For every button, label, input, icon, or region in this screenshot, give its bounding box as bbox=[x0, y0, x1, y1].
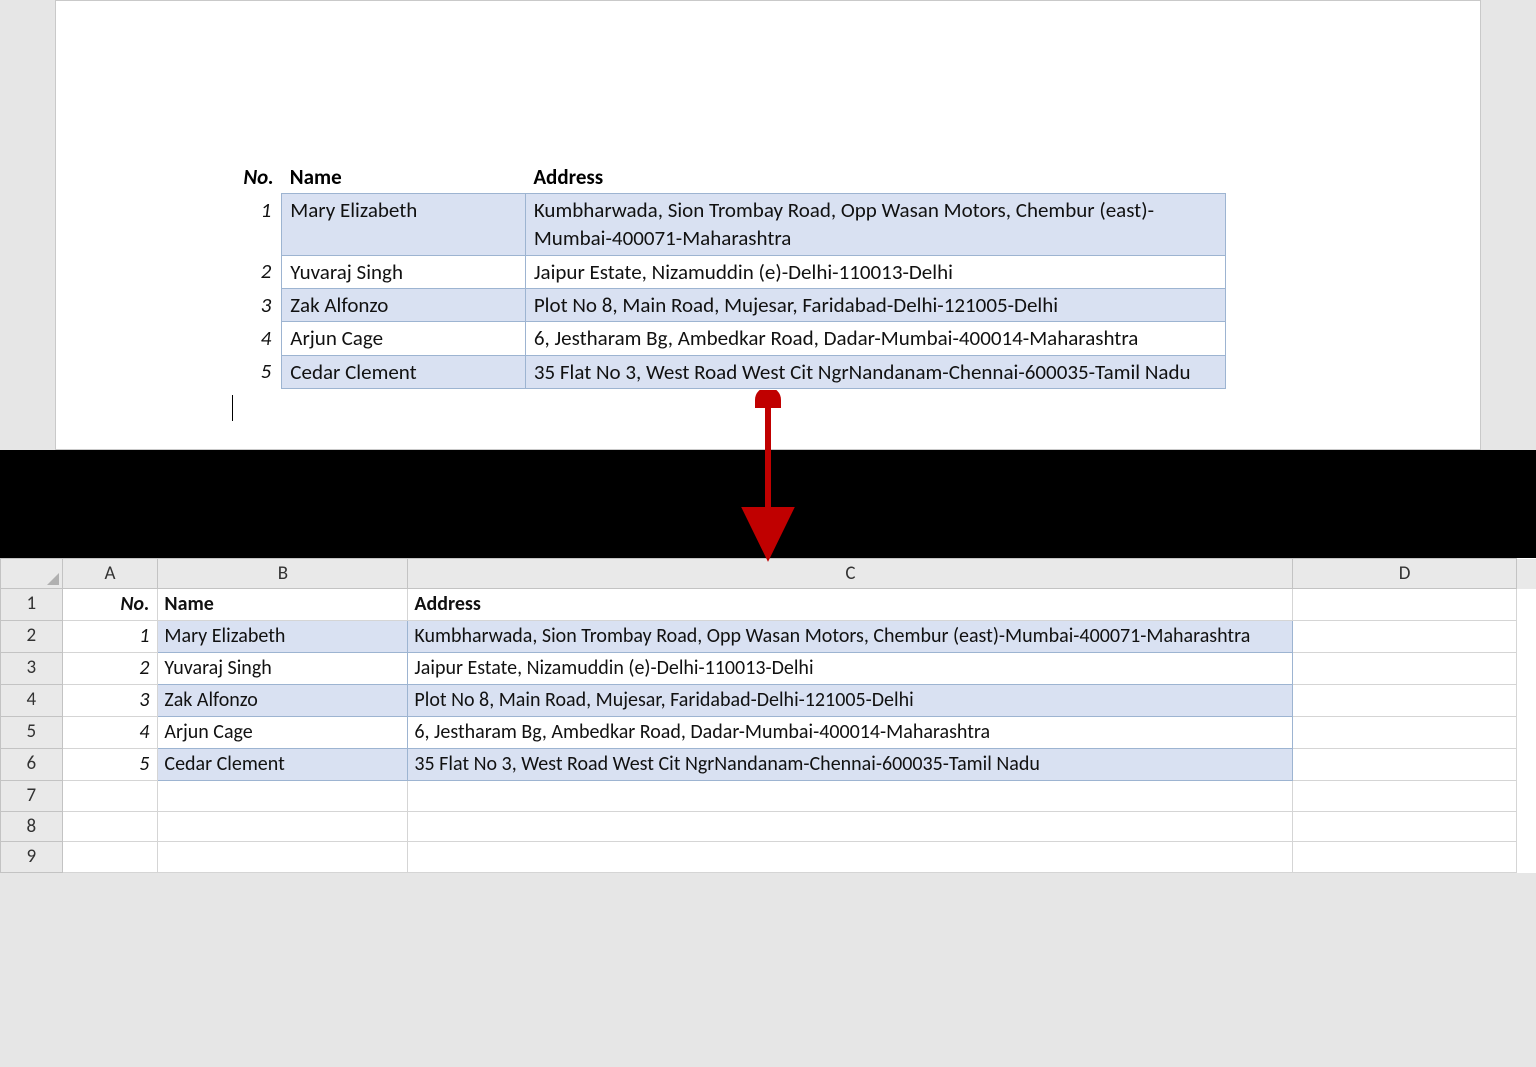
cell-C[interactable] bbox=[408, 811, 1293, 842]
pad bbox=[1516, 653, 1535, 685]
cell-C1[interactable]: Address bbox=[408, 589, 1293, 621]
cell-B[interactable]: Zak Alfonzo bbox=[158, 685, 408, 717]
row-header[interactable]: 1 bbox=[1, 589, 63, 621]
pad bbox=[1516, 749, 1535, 781]
arrow-down-icon bbox=[728, 390, 808, 565]
cell-address[interactable]: 6, Jestharam Bg, Ambedkar Road, Dadar-Mu… bbox=[525, 322, 1225, 355]
cell-C[interactable]: 35 Flat No 3, West Road West Cit NgrNand… bbox=[408, 749, 1293, 781]
cell-name[interactable]: Yuvaraj Singh bbox=[282, 255, 526, 288]
cell-name[interactable]: Zak Alfonzo bbox=[282, 289, 526, 322]
row-header[interactable]: 9 bbox=[1, 842, 63, 873]
cell-D[interactable] bbox=[1293, 653, 1516, 685]
cell-address[interactable]: Plot No 8, Main Road, Mujesar, Faridabad… bbox=[525, 289, 1225, 322]
col-header-C[interactable]: C bbox=[408, 559, 1293, 589]
cell-B[interactable] bbox=[158, 811, 408, 842]
cell-B[interactable]: Cedar Clement bbox=[158, 749, 408, 781]
table-header-row: No. Name Address bbox=[226, 161, 1226, 194]
sheet-row: 9 bbox=[1, 842, 1536, 873]
cell-A[interactable] bbox=[62, 842, 158, 873]
col-header-name: Name bbox=[282, 161, 526, 194]
sheet-row: 8 bbox=[1, 811, 1536, 842]
cell-name[interactable]: Cedar Clement bbox=[282, 355, 526, 388]
cell-A[interactable]: 5 bbox=[62, 749, 158, 781]
pad bbox=[1516, 811, 1535, 842]
sheet-row: 2 1 Mary Elizabeth Kumbharwada, Sion Tro… bbox=[1, 621, 1536, 653]
sheet-row: 7 bbox=[1, 781, 1536, 812]
cell-A[interactable]: 4 bbox=[62, 717, 158, 749]
cell-B[interactable]: Arjun Cage bbox=[158, 717, 408, 749]
col-header-B[interactable]: B bbox=[158, 559, 408, 589]
row-header[interactable]: 8 bbox=[1, 811, 63, 842]
cell-address[interactable]: Kumbharwada, Sion Trombay Road, Opp Wasa… bbox=[525, 194, 1225, 256]
cell-address[interactable]: Jaipur Estate, Nizamuddin (e)-Delhi-1100… bbox=[525, 255, 1225, 288]
sheet-row: 3 2 Yuvaraj Singh Jaipur Estate, Nizamud… bbox=[1, 653, 1536, 685]
cell-D[interactable] bbox=[1293, 749, 1516, 781]
excel-sheet: A B C D 1 No. Name Address 2 1 Mary Eliz… bbox=[0, 558, 1536, 873]
pad bbox=[1516, 685, 1535, 717]
row-header[interactable]: 7 bbox=[1, 781, 63, 812]
cell-C[interactable] bbox=[408, 842, 1293, 873]
pad bbox=[1516, 717, 1535, 749]
text-cursor bbox=[232, 395, 233, 421]
cell-D[interactable] bbox=[1293, 717, 1516, 749]
row-header[interactable]: 5 bbox=[1, 717, 63, 749]
sheet-row: 1 No. Name Address bbox=[1, 589, 1536, 621]
select-all-corner[interactable] bbox=[1, 559, 63, 589]
cell-D[interactable] bbox=[1293, 842, 1516, 873]
cell-no: 1 bbox=[226, 194, 282, 256]
pad bbox=[1516, 781, 1535, 812]
cell-no: 2 bbox=[226, 255, 282, 288]
cell-C[interactable]: 6, Jestharam Bg, Ambedkar Road, Dadar-Mu… bbox=[408, 717, 1293, 749]
cell-D[interactable] bbox=[1293, 621, 1516, 653]
cell-A[interactable]: 1 bbox=[62, 621, 158, 653]
col-header-address: Address bbox=[525, 161, 1225, 194]
cell-B[interactable] bbox=[158, 842, 408, 873]
pad bbox=[1516, 589, 1535, 621]
cell-B[interactable]: Yuvaraj Singh bbox=[158, 653, 408, 685]
table-row: 3 Zak Alfonzo Plot No 8, Main Road, Muje… bbox=[226, 289, 1226, 322]
cell-A1[interactable]: No. bbox=[62, 589, 158, 621]
pad bbox=[1516, 621, 1535, 653]
cell-D1[interactable] bbox=[1293, 589, 1516, 621]
table-row: 5 Cedar Clement 35 Flat No 3, West Road … bbox=[226, 355, 1226, 388]
cell-C[interactable]: Kumbharwada, Sion Trombay Road, Opp Wasa… bbox=[408, 621, 1293, 653]
row-header[interactable]: 6 bbox=[1, 749, 63, 781]
col-header-A[interactable]: A bbox=[62, 559, 158, 589]
separator-strip bbox=[0, 450, 1536, 558]
row-header[interactable]: 3 bbox=[1, 653, 63, 685]
pad bbox=[1516, 842, 1535, 873]
sheet-row: 6 5 Cedar Clement 35 Flat No 3, West Roa… bbox=[1, 749, 1536, 781]
col-header-pad bbox=[1516, 559, 1535, 589]
cell-no: 4 bbox=[226, 322, 282, 355]
col-header-no: No. bbox=[226, 161, 282, 194]
cell-B1[interactable]: Name bbox=[158, 589, 408, 621]
row-header[interactable]: 2 bbox=[1, 621, 63, 653]
table-row: 4 Arjun Cage 6, Jestharam Bg, Ambedkar R… bbox=[226, 322, 1226, 355]
cell-C[interactable] bbox=[408, 781, 1293, 812]
sheet-row: 5 4 Arjun Cage 6, Jestharam Bg, Ambedkar… bbox=[1, 717, 1536, 749]
cell-name[interactable]: Arjun Cage bbox=[282, 322, 526, 355]
cell-address[interactable]: 35 Flat No 3, West Road West Cit NgrNand… bbox=[525, 355, 1225, 388]
sheet-row: 4 3 Zak Alfonzo Plot No 8, Main Road, Mu… bbox=[1, 685, 1536, 717]
table-row: 2 Yuvaraj Singh Jaipur Estate, Nizamuddi… bbox=[226, 255, 1226, 288]
cell-A[interactable] bbox=[62, 811, 158, 842]
cell-D[interactable] bbox=[1293, 811, 1516, 842]
table-row: 1 Mary Elizabeth Kumbharwada, Sion Tromb… bbox=[226, 194, 1226, 256]
word-document-page: No. Name Address 1 Mary Elizabeth Kumbha… bbox=[55, 0, 1481, 450]
cell-B[interactable] bbox=[158, 781, 408, 812]
cell-A[interactable]: 2 bbox=[62, 653, 158, 685]
cell-A[interactable] bbox=[62, 781, 158, 812]
cell-D[interactable] bbox=[1293, 685, 1516, 717]
col-header-D[interactable]: D bbox=[1293, 559, 1516, 589]
cell-D[interactable] bbox=[1293, 781, 1516, 812]
word-table: No. Name Address 1 Mary Elizabeth Kumbha… bbox=[226, 161, 1226, 389]
cell-C[interactable]: Jaipur Estate, Nizamuddin (e)-Delhi-1100… bbox=[408, 653, 1293, 685]
cell-B[interactable]: Mary Elizabeth bbox=[158, 621, 408, 653]
row-header[interactable]: 4 bbox=[1, 685, 63, 717]
cell-no: 3 bbox=[226, 289, 282, 322]
cell-no: 5 bbox=[226, 355, 282, 388]
cell-C[interactable]: Plot No 8, Main Road, Mujesar, Faridabad… bbox=[408, 685, 1293, 717]
cell-name[interactable]: Mary Elizabeth bbox=[282, 194, 526, 256]
cell-A[interactable]: 3 bbox=[62, 685, 158, 717]
